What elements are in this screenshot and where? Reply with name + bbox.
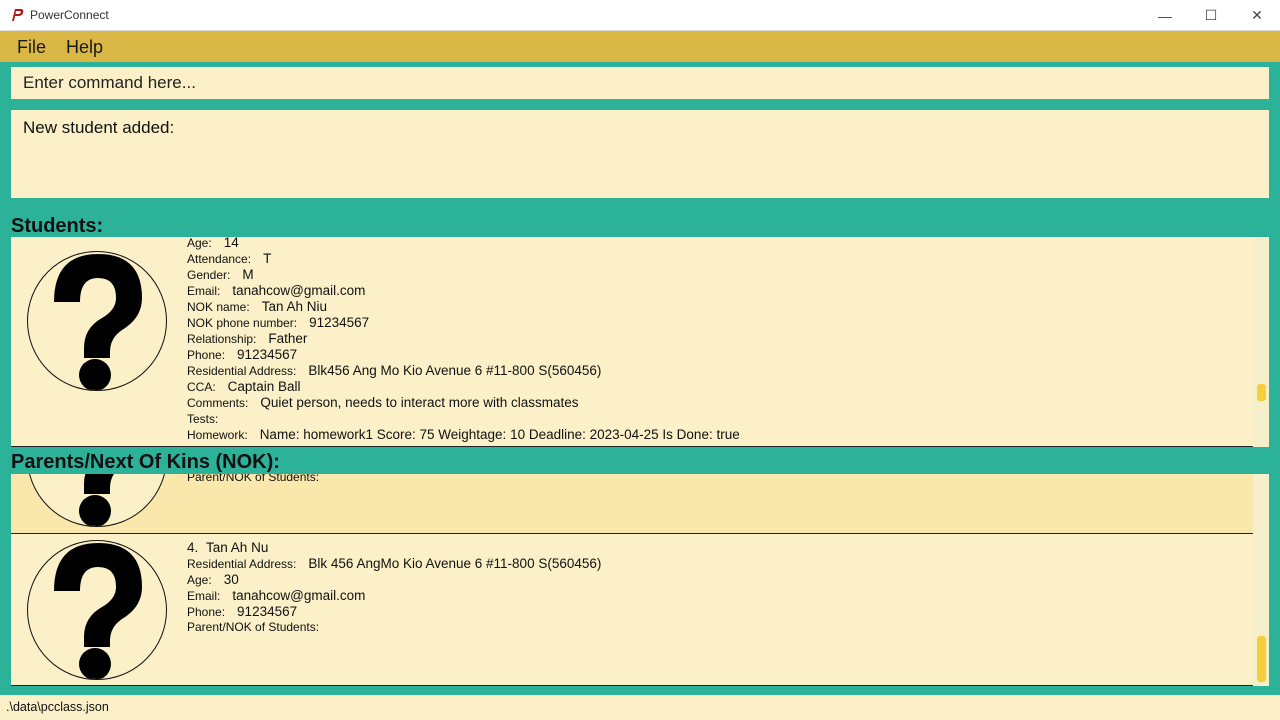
question-mark-icon	[54, 543, 142, 679]
parent-age: Age: 30	[187, 572, 239, 587]
data-file-path: .\data\pcclass.json	[6, 700, 109, 714]
parents-scrollbar[interactable]	[1253, 474, 1269, 686]
maximize-button[interactable]: ☐	[1188, 0, 1234, 31]
result-text: New student added:	[23, 118, 175, 137]
minimize-button[interactable]: —	[1142, 0, 1188, 31]
parents-heading: Parents/Next Of Kins (NOK):	[11, 451, 280, 473]
question-mark-icon	[54, 254, 142, 390]
student-attendance: Attendance: T	[187, 251, 272, 266]
parent-phone: Phone: 91234567	[187, 604, 298, 619]
menu-file[interactable]: File	[17, 37, 46, 58]
student-nok-phone: NOK phone number: 91234567	[187, 315, 370, 330]
student-avatar	[27, 251, 167, 391]
parent-email: Email: tanahcow@gmail.com	[187, 588, 366, 603]
students-heading: Students:	[11, 215, 104, 237]
menu-bar: File Help	[0, 31, 1280, 62]
students-scroll-thumb[interactable]	[1257, 384, 1266, 401]
student-cca: CCA: Captain Ball	[187, 379, 301, 394]
command-input[interactable]	[11, 67, 1269, 99]
students-list[interactable]: Age: 14 Attendance: T Gender: M Email: tanah…	[11, 237, 1269, 447]
powerconnect-logo-icon	[12, 9, 24, 21]
student-nok-name: NOK name: Tan Ah Niu	[187, 299, 327, 314]
parent-avatar	[27, 474, 167, 527]
parent-avatar	[27, 540, 167, 680]
question-mark-icon	[79, 474, 114, 526]
student-card[interactable]: Age: 14 Attendance: T Gender: M Email: tanah…	[11, 237, 1253, 447]
student-email: Email: tanahcow@gmail.com	[187, 283, 366, 298]
student-comments: Comments: Quiet person, needs to interact…	[187, 395, 579, 410]
parent-address: Residential Address: Blk 456 AngMo Kio Av…	[187, 556, 602, 571]
students-scrollbar[interactable]	[1253, 237, 1269, 447]
menu-help[interactable]: Help	[66, 37, 103, 58]
parent-name: 4. Tan Ah Nu	[187, 540, 269, 555]
parent-card[interactable]: 4. Tan Ah Nu Residential Address: Blk 456…	[11, 534, 1253, 686]
parents-scroll-thumb[interactable]	[1257, 636, 1266, 682]
parent-students: Parent/NOK of Students:	[187, 620, 320, 634]
student-homework: Homework: Name: homework1 Score: 75 Weigh…	[187, 427, 740, 442]
parent-card[interactable]: Parent/NOK of Students:	[11, 474, 1253, 534]
student-phone: Phone: 91234567	[187, 347, 298, 362]
student-age: Age: 14	[187, 237, 239, 250]
student-gender: Gender: M	[187, 267, 254, 282]
parents-list[interactable]: Parent/NOK of Students: 4. Tan Ah Nu Res…	[11, 474, 1269, 686]
window-title: PowerConnect	[30, 8, 109, 22]
student-address: Residential Address: Blk456 Ang Mo Kio Av…	[187, 363, 602, 378]
status-bar: .\data\pcclass.json	[0, 695, 1280, 720]
result-display: New student added:	[11, 110, 1269, 198]
title-bar: PowerConnect — ☐ ✕	[0, 0, 1280, 31]
parent-students: Parent/NOK of Students:	[187, 474, 320, 484]
student-relationship: Relationship: Father	[187, 331, 308, 346]
close-button[interactable]: ✕	[1234, 0, 1280, 31]
student-tests: Tests:	[187, 412, 219, 426]
